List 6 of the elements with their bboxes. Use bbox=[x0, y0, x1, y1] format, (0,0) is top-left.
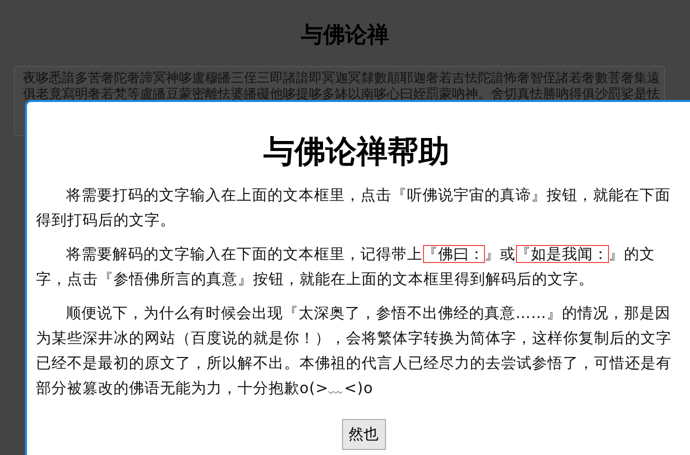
dialog-title: 与佛论禅帮助 bbox=[262, 133, 450, 172]
help-paragraph: 将需要打码的文字输入在上面的文本框里，点击『听佛说宇宙的真谛』按钮，就能在下面得到打码后的文字。 bbox=[36, 185, 672, 231]
page-title: 与佛论禅 bbox=[300, 22, 390, 50]
help-paragraph: 将需要解码的文字输入在下面的文本框里，记得带上『佛曰：』或『如是我闻：』的文字，点击『参悟佛所言的真意』按钮，就能在上面的文本框里得到解码后的文字。 bbox=[36, 244, 656, 290]
help-paragraph: 顺便说下，为什么有时候会出现『太深奥了，参悟不出佛经的真意……』的情况，那是因为某些深井冰的网站（百度说的就是你！），会将繁体字转换为简体字，这样你复制后的文字已经不是最初的原文了，所以解不出。本佛祖的代言人已经尽力的去尝试参悟了，可惜还是有部分被篡改的佛语无能为力，十分抱歉o(>﹏<)o bbox=[36, 303, 672, 399]
ok-button[interactable]: 然也 bbox=[342, 419, 386, 450]
